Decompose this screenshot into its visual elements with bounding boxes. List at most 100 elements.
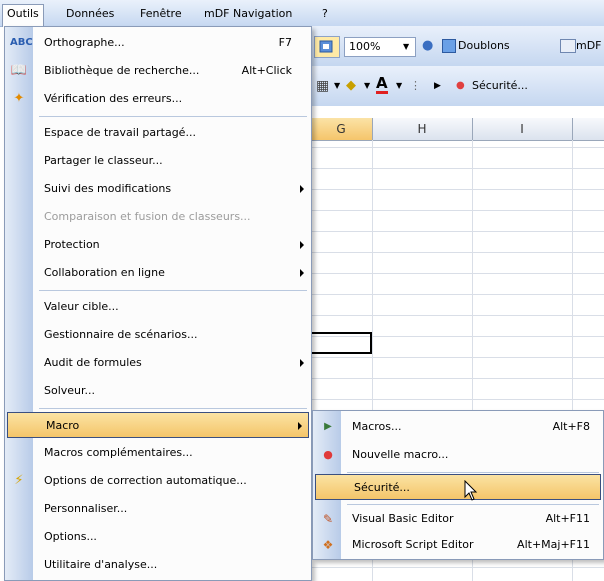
play-macro-icon: ▶ [324, 421, 332, 432]
menu-item-orthographe[interactable]: ABC Orthographe... F7 [6, 30, 310, 56]
chevron-down-icon[interactable]: ▼ [364, 77, 370, 95]
doublons-label: Doublons [458, 39, 510, 52]
menu-item-espace-travail[interactable]: Espace de travail partagé... [6, 120, 310, 146]
menu-item-gestionnaire-scenarios[interactable]: Gestionnaire de scénarios... [6, 322, 310, 348]
submenu-item-visual-basic-editor[interactable]: ✎ Visual Basic Editor Alt+F11 [314, 506, 602, 532]
menu-item-label: Protection [44, 238, 100, 251]
column-headers: G H I [310, 118, 604, 141]
doublons-icon [442, 39, 456, 53]
chevron-down-icon[interactable]: ▼ [334, 77, 340, 95]
borders-icon[interactable]: ▦ [316, 77, 329, 95]
menu-item-label: Orthographe... [44, 36, 125, 49]
submenu-item-label: Sécurité... [354, 481, 410, 494]
menu-item-partager[interactable]: Partager le classeur... [6, 148, 310, 174]
menu-item-label: Macro [46, 419, 80, 432]
menu-item-protection[interactable]: Protection [6, 232, 310, 258]
menu-item-label: Vérification des erreurs... [44, 92, 183, 105]
mdf-label: mDF [576, 39, 602, 52]
menu-item-solveur[interactable]: Solveur... [6, 378, 310, 404]
menu-item-options-correction[interactable]: ⚡ Options de correction automatique... [6, 468, 310, 494]
submenu-item-shortcut: Alt+F8 [552, 420, 590, 433]
mdf-icon [560, 39, 576, 53]
font-color-icon[interactable]: A [376, 75, 388, 94]
help-icon[interactable]: ● [422, 37, 433, 55]
submenu-item-shortcut: Alt+Maj+F11 [517, 538, 590, 551]
error-check-icon: ✦ [13, 91, 25, 106]
macro-submenu: ▶ Macros... Alt+F8 ● Nouvelle macro... S… [312, 410, 604, 560]
menu-item-label: Utilitaire d'analyse... [44, 558, 158, 571]
preview-icon [319, 40, 333, 53]
record-dot-icon: ● [456, 80, 465, 91]
record-macro-icon: ● [323, 448, 333, 461]
menubar-outils[interactable]: Outils [2, 4, 44, 27]
research-icon: 📖 [10, 63, 28, 78]
submenu-item-script-editor[interactable]: ❖ Microsoft Script Editor Alt+Maj+F11 [314, 532, 602, 558]
menu-separator [39, 408, 307, 409]
chevron-right-icon [300, 241, 304, 249]
menu-item-suivi[interactable]: Suivi des modifications [6, 176, 310, 202]
menubar-donnees[interactable]: Données [62, 5, 118, 22]
tools-menu: ABC Orthographe... F7 📖 Bibliothèque de … [4, 26, 312, 581]
mouse-cursor-icon [464, 480, 478, 501]
zoom-select[interactable]: 100% ▼ [344, 37, 416, 57]
menu-item-verification[interactable]: ✦ Vérification des erreurs... [6, 86, 310, 112]
menu-item-label: Valeur cible... [44, 300, 119, 313]
preview-button[interactable] [314, 36, 340, 58]
submenu-item-nouvelle-macro[interactable]: ● Nouvelle macro... [314, 442, 602, 468]
formatting-toolbar: ▦ ▼ ◆ ▼ A ▼ ⋮ ▶ ● Sécurité... [310, 66, 604, 107]
menu-item-comparaison: Comparaison et fusion de classeurs... [6, 204, 310, 230]
securite-toolbar-button[interactable]: Sécurité... [472, 77, 528, 95]
menu-bar: Outils Données Fenêtre mDF Navigation ? [0, 0, 604, 27]
selected-cell[interactable] [310, 332, 372, 354]
menu-item-utilitaire-analyse[interactable]: Utilitaire d'analyse... [6, 552, 310, 578]
chevron-down-icon: ▼ [403, 42, 410, 51]
chevron-right-icon [300, 269, 304, 277]
submenu-item-label: Macros... [352, 420, 402, 433]
submenu-item-label: Microsoft Script Editor [352, 538, 474, 551]
menu-item-label: Comparaison et fusion de classeurs... [44, 210, 251, 223]
chevron-down-icon[interactable]: ▼ [396, 77, 402, 95]
menu-item-label: Partager le classeur... [44, 154, 163, 167]
column-header-i[interactable]: I [472, 118, 573, 140]
menu-item-label: Suivi des modifications [44, 182, 172, 195]
chevron-right-icon[interactable]: ▶ [434, 77, 441, 95]
fill-color-icon[interactable]: ◆ [346, 77, 356, 95]
vba-editor-icon: ✎ [322, 512, 334, 526]
menu-item-options[interactable]: Options... [6, 524, 310, 550]
menubar-mdf-navigation[interactable]: mDF Navigation [200, 5, 296, 22]
menu-item-bibliotheque[interactable]: 📖 Bibliothèque de recherche... Alt+Click [6, 58, 310, 84]
menu-item-audit-formules[interactable]: Audit de formules [6, 350, 310, 376]
menu-item-macro[interactable]: Macro [7, 412, 309, 438]
menu-item-label: Options de correction automatique... [44, 474, 247, 487]
menu-item-label: Bibliothèque de recherche... [44, 64, 200, 77]
menu-item-label: Gestionnaire de scénarios... [44, 328, 198, 341]
menu-item-label: Espace de travail partagé... [44, 126, 196, 139]
toolbar-grip-icon: ⋮ [410, 79, 421, 92]
menubar-help[interactable]: ? [318, 5, 332, 22]
menu-item-label: Options... [44, 530, 97, 543]
menu-item-label: Solveur... [44, 384, 96, 397]
menu-item-macros-complementaires[interactable]: Macros complémentaires... [6, 440, 310, 466]
submenu-item-macros[interactable]: ▶ Macros... Alt+F8 [314, 414, 602, 440]
submenu-item-securite[interactable]: Sécurité... [315, 474, 601, 500]
menu-item-valeur-cible[interactable]: Valeur cible... [6, 294, 310, 320]
menu-item-personnaliser[interactable]: Personnaliser... [6, 496, 310, 522]
column-header-h[interactable]: H [372, 118, 473, 140]
menu-item-collaboration[interactable]: Collaboration en ligne [6, 260, 310, 286]
submenu-item-shortcut: Alt+F11 [545, 512, 590, 525]
standard-toolbar: 100% ▼ ● Doublons mDF [310, 26, 604, 67]
menu-item-label: Audit de formules [44, 356, 142, 369]
menu-separator [39, 290, 307, 291]
menubar-fenetre[interactable]: Fenêtre [136, 5, 186, 22]
menu-item-shortcut: Alt+Click [241, 64, 292, 77]
script-editor-icon: ❖ [322, 538, 334, 552]
column-header-g[interactable]: G [310, 118, 373, 140]
menu-separator [347, 472, 599, 473]
menu-separator [347, 504, 599, 505]
submenu-item-label: Visual Basic Editor [352, 512, 454, 525]
menu-item-shortcut: F7 [278, 36, 292, 49]
submenu-item-label: Nouvelle macro... [352, 448, 449, 461]
menu-item-label: Macros complémentaires... [44, 446, 193, 459]
menu-separator [39, 116, 307, 117]
menu-item-label: Personnaliser... [44, 502, 128, 515]
